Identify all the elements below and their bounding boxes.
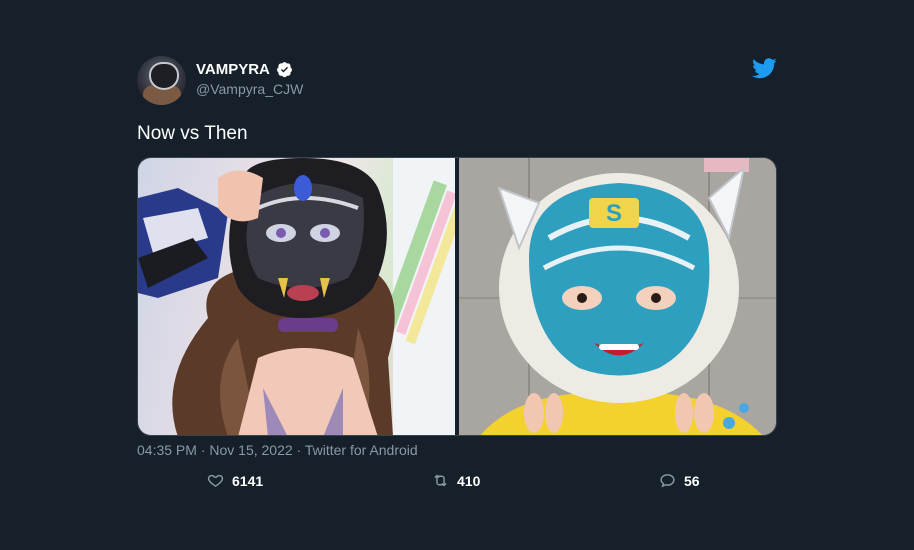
page: { "tweet": { "author": { "name": "VAMPYR… (0, 0, 914, 550)
media-divider (455, 158, 457, 435)
tweet-text: Now vs Then (137, 123, 248, 144)
avatar-mask (149, 62, 179, 90)
heart-icon (207, 474, 224, 488)
like-button[interactable]: 6141 (207, 472, 263, 489)
like-count: 6141 (232, 472, 264, 489)
tweet-timestamp[interactable]: 04:35 PM · Nov 15, 2022 · Twitter for An… (137, 442, 418, 458)
photo-now[interactable] (138, 158, 455, 435)
author-name[interactable]: VAMPYRA (196, 61, 270, 78)
tweet-card: VAMPYRA @Vampyra_CJW Now vs Then S 04:35… (137, 56, 777, 489)
author-name-row[interactable]: VAMPYRA (196, 61, 293, 78)
avatar[interactable] (137, 56, 186, 105)
tweet-header: VAMPYRA @Vampyra_CJW (137, 56, 777, 108)
media-grid: S (137, 157, 777, 436)
verified-badge-icon (276, 62, 292, 78)
reply-count: 56 (684, 472, 700, 489)
retweet-button[interactable]: 410 (432, 472, 480, 489)
photo-then-illustration: S (458, 158, 776, 435)
reply-icon (660, 474, 675, 488)
reply-button[interactable]: 56 (659, 472, 700, 489)
photo-then[interactable]: S (458, 158, 776, 435)
tweet-actions: 6141 410 56 (137, 472, 777, 494)
retweet-icon (434, 474, 447, 487)
author-handle[interactable]: @Vampyra_CJW (196, 81, 303, 97)
retweet-count: 410 (457, 472, 481, 489)
twitter-bird-icon[interactable] (752, 58, 777, 79)
photo-now-illustration (138, 158, 455, 435)
svg-text:S: S (606, 200, 622, 227)
